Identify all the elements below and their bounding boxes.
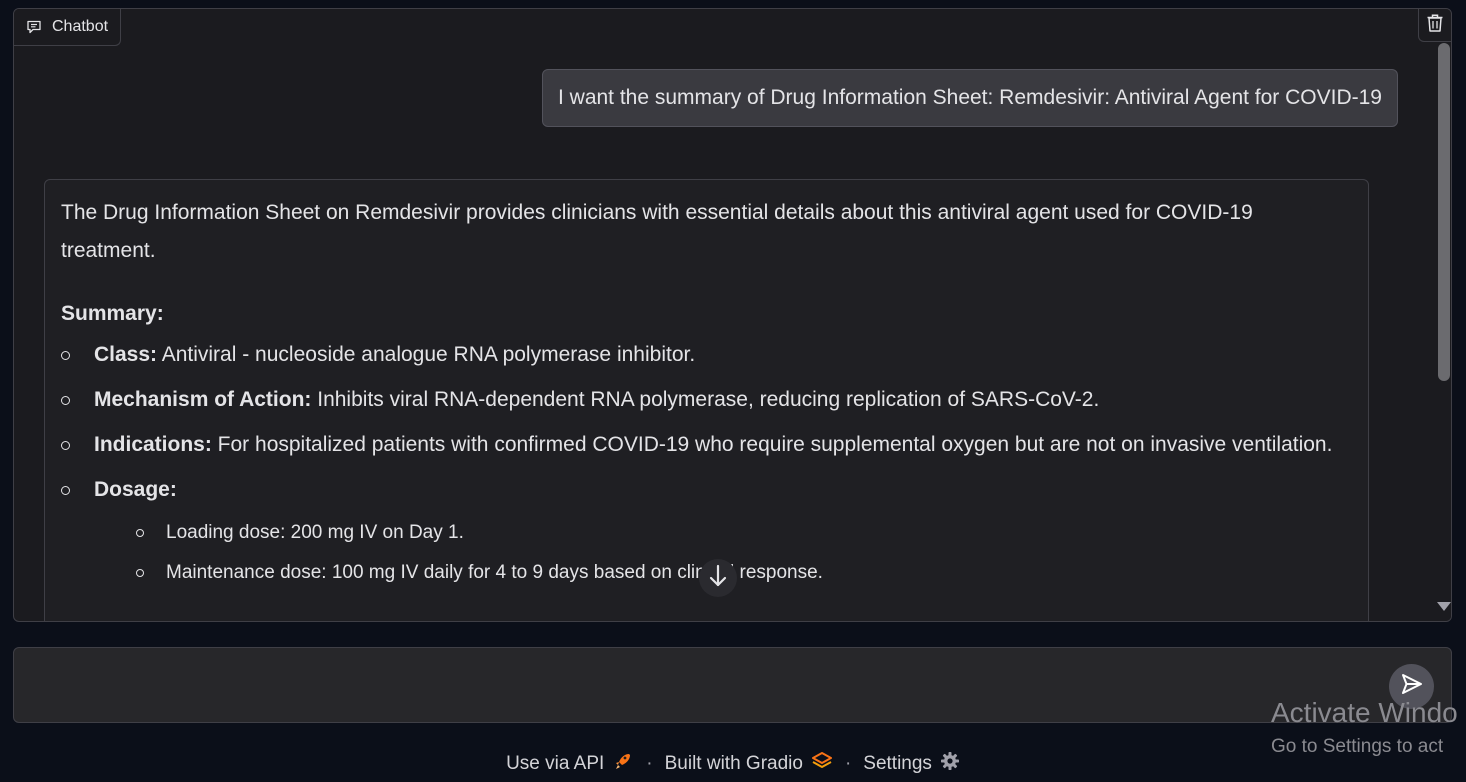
settings-label: Settings bbox=[863, 753, 932, 774]
message-input-container bbox=[13, 647, 1452, 723]
user-message-text: I want the summary of Drug Information S… bbox=[557, 86, 1382, 109]
list-item-text: Antiviral - nucleoside analogue RNA poly… bbox=[157, 343, 696, 366]
gear-icon bbox=[940, 751, 960, 777]
settings-link[interactable]: Settings bbox=[863, 751, 960, 777]
list-item-label: Class: bbox=[94, 343, 158, 366]
scroll-down-arrow-icon[interactable] bbox=[1437, 602, 1451, 611]
scroll-to-bottom-button[interactable] bbox=[699, 559, 737, 597]
chatbot-label-text: Chatbot bbox=[52, 18, 109, 35]
use-via-api-label: Use via API bbox=[506, 753, 605, 774]
trash-icon bbox=[1426, 13, 1444, 38]
chat-scrollbar[interactable] bbox=[1433, 41, 1451, 621]
bot-message: The Drug Information Sheet on Remdesivir… bbox=[44, 179, 1369, 621]
list-item: Loading dose: 200 mg IV on Day 1. bbox=[134, 513, 1352, 553]
send-button[interactable] bbox=[1389, 664, 1434, 709]
chatbot-panel: Chatbot I want the summary of Drug Infor… bbox=[13, 8, 1452, 622]
bot-intro: The Drug Information Sheet on Remdesivir… bbox=[61, 201, 1253, 262]
footer: Use via API · Built with Gradio · Settin… bbox=[0, 748, 1466, 780]
chat-bubble-icon bbox=[26, 19, 42, 35]
list-item: Maintenance dose: 100 mg IV daily for 4 … bbox=[134, 553, 1352, 593]
send-icon bbox=[1400, 672, 1424, 701]
list-item: Class: Antiviral - nucleoside analogue R… bbox=[61, 338, 1352, 372]
message-input[interactable] bbox=[26, 658, 1380, 716]
summary-heading: Summary: bbox=[61, 302, 164, 325]
list-item-text: Inhibits viral RNA-dependent RNA polymer… bbox=[311, 388, 1100, 411]
list-item: Mechanism of Action: Inhibits viral RNA-… bbox=[61, 383, 1352, 417]
gradio-logo-icon bbox=[811, 751, 833, 777]
list-item: Indications: For hospitalized patients w… bbox=[61, 428, 1352, 462]
footer-separator: · bbox=[844, 753, 852, 774]
built-with-gradio-link[interactable]: Built with Gradio bbox=[665, 751, 833, 777]
arrow-down-icon bbox=[708, 564, 728, 593]
user-message: I want the summary of Drug Information S… bbox=[541, 69, 1398, 127]
list-item-text: For hospitalized patients with confirmed… bbox=[211, 433, 1333, 456]
summary-list: Class: Antiviral - nucleoside analogue R… bbox=[61, 338, 1352, 593]
list-item-label: Mechanism of Action: bbox=[94, 388, 312, 411]
list-item-label: Dosage: bbox=[94, 478, 177, 501]
list-item-label: Indications: bbox=[94, 433, 212, 456]
rocket-icon bbox=[612, 750, 634, 778]
chatbot-label: Chatbot bbox=[14, 9, 122, 46]
clear-chat-button[interactable] bbox=[1418, 9, 1451, 42]
footer-separator: · bbox=[646, 753, 653, 774]
scrollbar-thumb[interactable] bbox=[1438, 43, 1450, 381]
built-with-gradio-label: Built with Gradio bbox=[664, 753, 803, 774]
use-via-api-link[interactable]: Use via API bbox=[506, 750, 634, 778]
